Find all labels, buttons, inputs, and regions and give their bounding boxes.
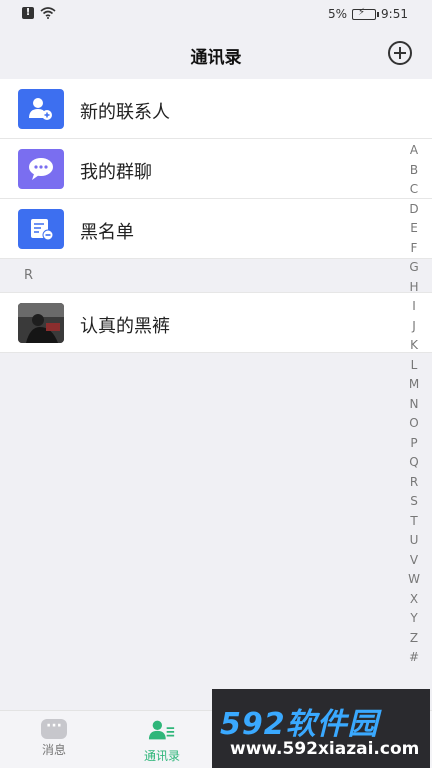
- battery-percent: 5%: [328, 7, 348, 21]
- index-letter[interactable]: L: [404, 358, 424, 378]
- index-letter[interactable]: C: [404, 182, 424, 202]
- index-letter[interactable]: E: [404, 221, 424, 241]
- group-chats-label: 我的群聊: [80, 162, 152, 183]
- watermark-url: www.592xiazai.com: [230, 739, 420, 759]
- nav-contacts-label: 通讯录: [143, 749, 180, 763]
- blacklist-row[interactable]: 黑名单: [0, 199, 432, 259]
- wifi-icon: [40, 7, 56, 19]
- index-letter[interactable]: W: [404, 572, 424, 592]
- index-letter[interactable]: H: [404, 280, 424, 300]
- new-contacts-row[interactable]: 新的联系人: [0, 79, 432, 139]
- clock: 9:51: [381, 7, 408, 21]
- blacklist-icon: [18, 209, 64, 249]
- index-letter[interactable]: R: [404, 475, 424, 495]
- alphabet-index[interactable]: A B C D E F G H I J K L M N O P Q R S T …: [404, 143, 424, 670]
- status-bar: ! 5% ⚡ 9:51: [0, 0, 432, 30]
- new-contacts-label: 新的联系人: [80, 102, 170, 123]
- index-letter[interactable]: V: [404, 553, 424, 573]
- contact-list: 新的联系人 我的群聊 黑名单 R 认真的黑裤: [0, 79, 432, 353]
- blacklist-label: 黑名单: [80, 222, 134, 243]
- index-letter[interactable]: B: [404, 163, 424, 183]
- nav-contacts[interactable]: 通讯录: [122, 719, 202, 764]
- battery-icon: ⚡: [352, 7, 380, 20]
- index-letter[interactable]: D: [404, 202, 424, 222]
- index-letter[interactable]: Q: [404, 455, 424, 475]
- group-chats-row[interactable]: 我的群聊: [0, 139, 432, 199]
- contacts-icon: [148, 720, 175, 740]
- index-letter[interactable]: N: [404, 397, 424, 417]
- contact-row[interactable]: 认真的黑裤: [0, 293, 432, 353]
- index-letter[interactable]: P: [404, 436, 424, 456]
- section-letter: R: [24, 268, 34, 283]
- index-letter[interactable]: M: [404, 377, 424, 397]
- index-letter[interactable]: A: [404, 143, 424, 163]
- contact-name: 认真的黑裤: [80, 316, 170, 337]
- watermark-logo: 592软件园: [220, 707, 379, 742]
- index-letter[interactable]: K: [404, 338, 424, 358]
- index-letter[interactable]: I: [404, 299, 424, 319]
- avatar: [18, 303, 64, 343]
- add-button[interactable]: [388, 41, 412, 65]
- group-chat-icon: [18, 149, 64, 189]
- chat-bubble-icon: [41, 719, 67, 739]
- watermark: 592软件园 www.592xiazai.com: [212, 689, 430, 768]
- section-header-r: R: [0, 259, 432, 293]
- alert-icon: !: [22, 7, 34, 19]
- index-letter[interactable]: F: [404, 241, 424, 261]
- header: 通讯录: [0, 30, 432, 78]
- index-letter[interactable]: O: [404, 416, 424, 436]
- index-letter[interactable]: S: [404, 494, 424, 514]
- status-right: 5% ⚡ 9:51: [328, 7, 408, 22]
- index-letter[interactable]: #: [404, 650, 424, 670]
- index-letter[interactable]: J: [404, 319, 424, 339]
- nav-messages[interactable]: 消息: [14, 719, 94, 758]
- index-letter[interactable]: G: [404, 260, 424, 280]
- add-user-icon: [18, 89, 64, 129]
- index-letter[interactable]: Z: [404, 631, 424, 651]
- status-left: !: [22, 7, 56, 19]
- page-title: 通讯录: [190, 48, 242, 68]
- index-letter[interactable]: X: [404, 592, 424, 612]
- index-letter[interactable]: T: [404, 514, 424, 534]
- index-letter[interactable]: U: [404, 533, 424, 553]
- nav-messages-label: 消息: [41, 743, 66, 757]
- index-letter[interactable]: Y: [404, 611, 424, 631]
